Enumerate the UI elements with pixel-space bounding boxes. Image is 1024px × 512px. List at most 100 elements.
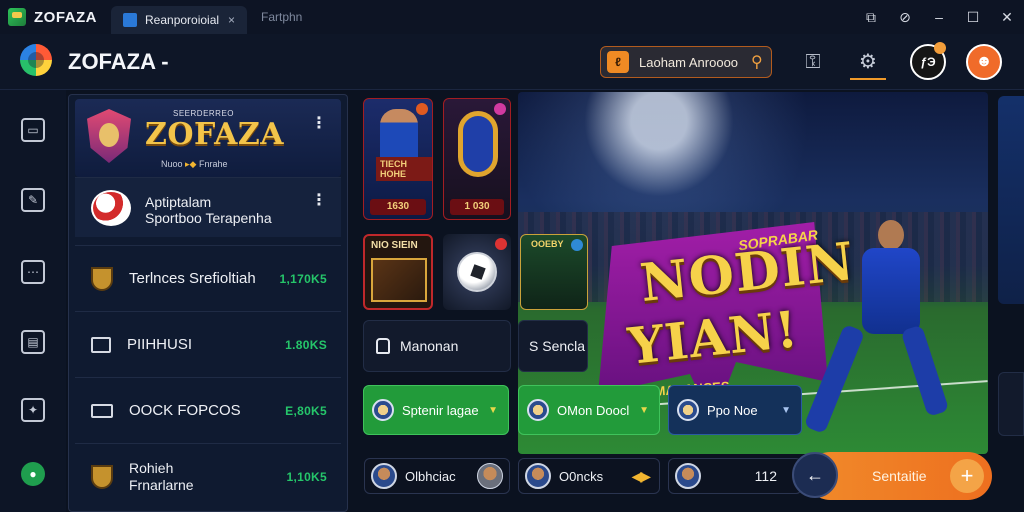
search-value[interactable]: Laoham Anroooo xyxy=(639,55,751,70)
ball-icon xyxy=(91,190,131,226)
edit-icon[interactable]: ✎ xyxy=(21,188,45,212)
card-value: 1630 xyxy=(370,199,426,215)
back-arrow-icon[interactable]: ← xyxy=(792,452,838,498)
team-logo-icon xyxy=(677,399,699,421)
key-icon[interactable]: ⚿ xyxy=(795,44,831,80)
user-avatar[interactable]: ƒЭ xyxy=(910,42,946,80)
search-badge-icon: ℓ xyxy=(607,51,629,73)
menu-item-label: PIIHHUSI xyxy=(127,336,193,353)
team-chip[interactable]: O0ncks ◀▶ xyxy=(518,458,660,494)
search-input[interactable]: ℓ Laoham Anroooo ⚲ xyxy=(600,46,772,78)
select-label: Ppo Noe xyxy=(707,402,758,418)
shield-icon xyxy=(91,464,113,489)
card-title: OOEBY xyxy=(531,239,564,249)
game-card[interactable]: TIECH HOHE 1630 xyxy=(363,98,433,220)
browser-tab-active[interactable]: Reanporoioial × xyxy=(111,6,247,34)
brand-logo-icon[interactable] xyxy=(20,44,52,76)
app-tab[interactable]: ZOFAZA xyxy=(0,0,111,34)
team-avatar xyxy=(371,463,397,489)
game-card[interactable]: NIO SIEIN xyxy=(363,234,433,310)
lock-icon xyxy=(376,338,390,354)
card-title: NIO SIEIN xyxy=(371,240,418,251)
select-label: Sptenir lagae xyxy=(402,402,479,418)
menu-item[interactable]: Rohieh Frnarlarne 1,10K5 xyxy=(75,443,341,509)
bet-type-select[interactable]: Ppo Noe ▼ xyxy=(668,385,802,435)
caret-down-icon: ▼ xyxy=(781,404,791,416)
select-label: OMon Doocl xyxy=(557,402,630,418)
close-icon[interactable]: ✕ xyxy=(1000,9,1014,26)
chip-number: 112 xyxy=(754,468,777,484)
caret-down-icon: ▼ xyxy=(488,404,498,416)
game-card[interactable]: OOEBY xyxy=(520,234,588,310)
hero-sub-right: Fnrahe xyxy=(198,159,228,169)
category-label: Manonan xyxy=(400,338,459,354)
match-select[interactable]: OMon Doocl ▼ xyxy=(518,385,660,435)
category-card[interactable]: S Sencla xyxy=(518,320,588,372)
hero-title: ZOFAZA xyxy=(145,117,285,152)
settings-gear-icon[interactable]: ⚙ xyxy=(850,44,886,80)
mascot-avatar[interactable]: ☻ xyxy=(966,44,1002,80)
store-icon[interactable]: ▤ xyxy=(21,330,45,354)
panel-hero[interactable]: SEERDERREO ZOFAZA Nuoo ▸◆ Fnrahe ⋮ xyxy=(75,99,341,177)
primary-cta-button[interactable]: ← Sentaitie + xyxy=(792,452,992,500)
tab-favicon-icon xyxy=(123,13,137,27)
minimize-icon[interactable]: – xyxy=(932,9,946,25)
featured-item[interactable]: Aptiptalam Sportboo Terapenha ⋮ xyxy=(75,177,341,237)
football-player-image xyxy=(803,220,950,454)
compass-icon[interactable]: ✦ xyxy=(21,398,45,422)
hero-more-icon[interactable]: ⋮ xyxy=(311,116,327,132)
hero-sub-arrow-icon: ▸◆ xyxy=(185,159,199,169)
menu-item[interactable]: OOCK FOPCOS E,80K5 xyxy=(75,377,341,443)
plus-icon[interactable]: + xyxy=(950,459,984,493)
featured-title: Aptiptalam xyxy=(145,194,212,210)
tab-close-icon[interactable]: × xyxy=(228,13,235,27)
app-name: ZOFAZA xyxy=(34,8,97,26)
chat-icon[interactable]: ⋯ xyxy=(21,260,45,284)
player-avatar xyxy=(477,463,503,489)
cta-label: Sentaitie xyxy=(872,468,927,484)
icon-rail: ▭ ✎ ⋯ ▤ ✦ ● xyxy=(0,90,66,512)
menu-item-value: 1.80KS xyxy=(285,337,327,352)
next-card-peek[interactable] xyxy=(998,96,1024,304)
search-icon[interactable]: ⚲ xyxy=(751,52,771,72)
menu-item[interactable]: PIIHHUSI 1.80KS xyxy=(75,311,341,377)
card-banner: TIECH HOHE xyxy=(376,157,432,181)
featured-more-icon[interactable]: ⋮ xyxy=(311,193,327,209)
category-label: S Sencla xyxy=(529,338,586,354)
brand-name[interactable]: ZOFAZA - xyxy=(68,49,169,75)
menu-item-label: Terlnces Srefioltiah xyxy=(129,270,256,287)
hot-badge-icon xyxy=(416,103,428,115)
maximize-icon[interactable]: ☐ xyxy=(966,9,980,26)
caret-down-icon: ▼ xyxy=(639,404,649,416)
menu-item[interactable]: Terlnces Srefioltiah 1,170K5 xyxy=(75,245,341,311)
game-card[interactable]: 1 030 xyxy=(443,98,511,220)
menu-item-value: 1,170K5 xyxy=(279,271,327,286)
browser-tabbar: ZOFAZA Reanporoioial × Fartphn ⧉ ⊘ – ☐ ✕ xyxy=(0,0,1024,34)
team-logo-icon xyxy=(527,399,549,421)
team-chip[interactable]: 112 xyxy=(668,458,802,494)
menu-item-label: Rohieh Frnarlarne xyxy=(129,460,287,494)
game-card[interactable] xyxy=(443,234,511,310)
notification-dot xyxy=(934,42,946,54)
category-card[interactable]: Manonan xyxy=(363,320,511,372)
next-arrow-peek[interactable] xyxy=(998,372,1024,436)
game-thumbnail-image xyxy=(371,258,427,302)
tab-inactive[interactable]: Fartphn xyxy=(261,10,302,24)
info-badge-icon xyxy=(571,239,583,251)
team-chip[interactable]: Olbhciac xyxy=(364,458,510,494)
menu-item-label: OOCK FOPCOS xyxy=(129,402,241,419)
league-select[interactable]: Sptenir lagae ▼ xyxy=(363,385,509,435)
avatar-badge: ƒЭ xyxy=(920,55,936,69)
app-header: ZOFAZA - ℓ Laoham Anroooo ⚲ ⚿ ⚙ ƒЭ ☻ xyxy=(0,34,1024,90)
shield-icon xyxy=(91,266,113,291)
block-icon[interactable]: ⊘ xyxy=(898,9,912,26)
menu-item-label-line1: Rohieh xyxy=(129,459,174,476)
bag-icon[interactable]: ▭ xyxy=(21,118,45,142)
profile-icon[interactable]: ● xyxy=(21,462,45,486)
swap-arrows-icon[interactable]: ◀▶ xyxy=(631,468,650,485)
screenshot-icon[interactable]: ⧉ xyxy=(864,9,878,26)
menu-item-value: E,80K5 xyxy=(285,403,327,418)
featured-subtitle: Sportboo Terapenha xyxy=(145,210,272,226)
bone-icon xyxy=(91,403,113,418)
chip-label: Olbhciac xyxy=(405,468,456,484)
